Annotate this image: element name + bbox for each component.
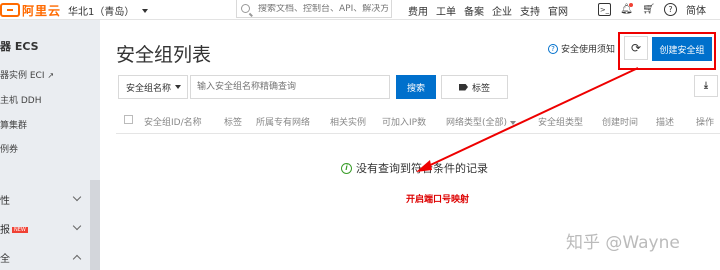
security-notice-label: 安全使用须知 [561, 45, 616, 55]
global-search[interactable] [236, 0, 392, 18]
top-nav: 费用 工单 备案 企业 支持 官网 [408, 3, 568, 18]
cart-icon[interactable]: 🛒︎ [642, 3, 655, 16]
nav-icp[interactable]: 备案 [464, 3, 484, 18]
nav-billing[interactable]: 费用 [408, 3, 428, 18]
region-label: 华北1（青岛） [68, 7, 135, 18]
sidebar-item-cluster[interactable]: 算集群 [0, 118, 27, 131]
sidebar-group-2[interactable]: 报 NEW [0, 221, 100, 236]
sidebar-item-label: 器实例 ECI [0, 71, 45, 81]
help-icon[interactable]: ? [664, 3, 677, 16]
column-header-actions: 操作 [696, 118, 715, 128]
sidebar-title: 器 ECS [0, 40, 39, 53]
filter-field-value: 安全组名称 [126, 83, 172, 94]
external-link-icon: ↗ [47, 71, 55, 80]
watermark: 知乎 @Wayne [566, 233, 680, 253]
column-header-vpc: 所属专有网络 [256, 118, 311, 128]
sidebar-group-1[interactable]: 性 [0, 192, 100, 207]
tag-button-label: 标签 [471, 83, 490, 94]
security-notice-link[interactable]: ? 安全使用须知 [548, 42, 615, 55]
sidebar-item-coupon[interactable]: 例券 [0, 142, 18, 155]
nav-tickets[interactable]: 工单 [436, 3, 456, 18]
filter-input[interactable] [190, 75, 390, 99]
terminal-icon[interactable]: >_ [598, 3, 611, 16]
search-icon [241, 4, 250, 13]
column-header-instances: 相关实例 [330, 118, 367, 128]
nav-official-site[interactable]: 官网 [548, 3, 568, 18]
global-search-input[interactable] [258, 3, 388, 14]
export-button[interactable]: ⤓ [694, 75, 718, 97]
top-icons: >_ 🔔︎ 🛒︎ ? 简体 [598, 2, 706, 17]
table-header: 安全组ID/名称 标签 所属专有网络 相关实例 可加入IP数 网络类型(全部) … [116, 106, 720, 134]
info-icon: i [341, 162, 352, 174]
sidebar-group-label: 报 [0, 225, 10, 236]
bell-icon[interactable]: 🔔︎ [620, 3, 633, 16]
sidebar-group-label: 全 [0, 254, 10, 265]
sidebar-item-eci[interactable]: 器实例 ECI ↗ [0, 68, 54, 81]
empty-state-text: 没有查询到符合条件的记录 [356, 162, 488, 175]
aliyun-logo-icon [0, 3, 20, 17]
tag-icon [458, 83, 468, 91]
column-header-network-type[interactable]: 网络类型(全部) [446, 115, 517, 128]
column-header-tags: 标签 [224, 118, 243, 128]
aliyun-logo[interactable]: 阿里云 [0, 1, 61, 19]
question-icon: ? [548, 43, 558, 54]
chevron-down-icon [72, 192, 82, 202]
annotation-text: 开启端口号映射 [406, 195, 470, 205]
logo-text: 阿里云 [22, 3, 62, 18]
language-switch[interactable]: 简体 [686, 2, 706, 17]
select-all-checkbox[interactable] [124, 115, 133, 124]
column-header-description: 描述 [656, 118, 675, 128]
top-bar: 阿里云 华北1（青岛） 费用 工单 备案 企业 支持 官网 >_ 🔔︎ 🛒︎ ?… [0, 0, 720, 20]
network-type-label: 网络类型(全部) [446, 118, 508, 128]
sidebar: 器 ECS 器实例 ECI ↗ 主机 DDH 算集群 例券 性 报 NEW 全 [0, 20, 100, 270]
sidebar-item-ddh[interactable]: 主机 DDH [0, 93, 42, 106]
annotation-highlight-box [618, 32, 716, 70]
search-button[interactable]: 搜索 [396, 75, 436, 99]
nav-support[interactable]: 支持 [520, 3, 540, 18]
sidebar-group-3[interactable]: 全 [0, 250, 100, 265]
chevron-up-icon [72, 254, 82, 264]
download-icon: ⤓ [704, 81, 708, 91]
tag-filter-button[interactable]: 标签 [441, 75, 508, 99]
column-header-ip-count: 可加入IP数 [382, 118, 427, 128]
notification-dot [629, 3, 633, 7]
new-badge: NEW [12, 227, 28, 233]
column-header-created: 创建时间 [602, 118, 639, 128]
sidebar-group-label: 性 [0, 196, 10, 207]
column-header-id: 安全组ID/名称 [144, 118, 202, 128]
sidebar-scrollbar[interactable] [90, 180, 100, 270]
page-title: 安全组列表 [116, 44, 212, 66]
chevron-down-icon [72, 221, 82, 231]
chevron-down-icon [510, 120, 517, 125]
chevron-down-icon [175, 85, 181, 89]
empty-state-message: i 没有查询到符合条件的记录 [341, 160, 488, 176]
filter-field-select[interactable]: 安全组名称 [118, 75, 188, 99]
region-selector[interactable]: 华北1（青岛） [68, 3, 149, 18]
nav-enterprise[interactable]: 企业 [492, 3, 512, 18]
chevron-down-icon [142, 8, 149, 13]
column-header-group-type: 安全组类型 [538, 118, 584, 128]
main-content: 安全组列表 ? 安全使用须知 ⟳ 创建安全组 安全组名称 搜索 标签 ⤓ 安全组… [100, 20, 720, 270]
